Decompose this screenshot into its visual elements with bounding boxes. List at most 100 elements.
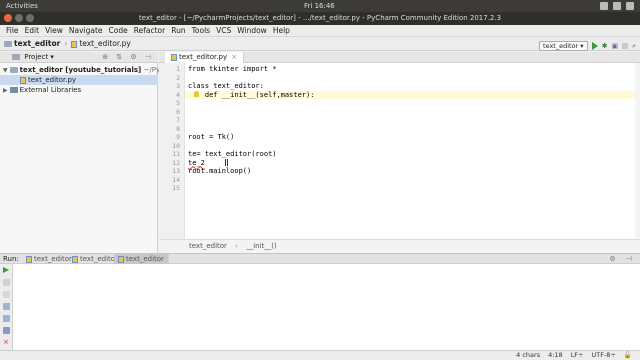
run-icon[interactable] — [591, 42, 598, 50]
menu-tools[interactable]: Tools — [189, 25, 213, 36]
python-file-icon — [118, 255, 124, 263]
editor-tab-bar: text_editor.py × — [159, 52, 640, 63]
breadcrumb-separator: › — [235, 242, 238, 250]
line-number: 8 — [176, 124, 180, 133]
network-icon[interactable] — [600, 2, 608, 10]
menu-code[interactable]: Code — [106, 25, 131, 36]
menu-vcs[interactable]: VCS — [213, 25, 234, 36]
code-line-12[interactable]: te_2 — [188, 159, 205, 168]
code-line-4[interactable]: def __init__(self,master): — [188, 91, 315, 100]
run-toolbar-vertical: × — [0, 264, 13, 350]
code-line-1[interactable]: from tkinter import * — [188, 65, 277, 74]
line-number: 11 — [172, 150, 180, 158]
menu-window[interactable]: Window — [234, 25, 270, 36]
python-file-icon — [71, 40, 78, 48]
code-line-13[interactable]: root.mainloop() — [188, 167, 251, 176]
menu-view[interactable]: View — [42, 25, 66, 36]
clock[interactable]: Fri 16:46 — [304, 0, 335, 12]
selection-count: 4 chars — [516, 351, 541, 359]
menu-navigate[interactable]: Navigate — [66, 25, 106, 36]
window-title-bar: text_editor - [~/PycharmProjects/text_ed… — [0, 12, 640, 25]
breadcrumb-file[interactable]: text_editor.py — [79, 37, 131, 51]
python-file-icon — [26, 255, 32, 263]
code-line-9[interactable]: root = Tk() — [188, 133, 234, 142]
line-number: 12 — [172, 158, 180, 167]
caret-position[interactable]: 4:18 — [548, 351, 563, 360]
folder-icon — [4, 41, 12, 47]
tree-item-file[interactable]: text_editor.py — [0, 75, 158, 85]
stop-icon[interactable] — [622, 43, 629, 49]
line-number: 14 — [172, 175, 180, 184]
python-file-icon — [72, 255, 78, 263]
tree-item-root[interactable]: ▼text_editor [youtube_tutorials] ~/Pycha… — [0, 65, 182, 75]
debug-icon[interactable]: ✱ — [602, 39, 608, 53]
print-icon[interactable] — [3, 327, 10, 334]
close-tab-icon[interactable]: × — [231, 53, 237, 61]
search-icon[interactable]: ⌕ — [632, 39, 636, 53]
line-number: 13 — [172, 167, 180, 175]
project-tree: ▼text_editor [youtube_tutorials] ~/Pycha… — [0, 63, 182, 253]
run-config-dropdown[interactable]: text_editor ▾ — [539, 41, 588, 51]
run-tab-3[interactable]: text_editor — [114, 254, 169, 264]
menu-file[interactable]: File — [3, 25, 22, 36]
scroll-to-end-icon[interactable] — [3, 315, 10, 322]
line-number: 10 — [172, 141, 180, 150]
tree-item-external-libraries[interactable]: ▶ External Libraries — [0, 85, 158, 95]
mouse-text-cursor — [225, 159, 228, 166]
power-icon[interactable] — [626, 2, 634, 10]
file-encoding[interactable]: UTF-8÷ — [592, 351, 616, 360]
run-tab-label: text_editor — [34, 255, 72, 263]
code-line-11[interactable]: te= text_editor(root) — [188, 150, 277, 159]
tree-root-label: text_editor [youtube_tutorials] — [19, 66, 142, 74]
breadcrumb-method[interactable]: __init__() — [246, 242, 277, 250]
soft-wrap-icon[interactable] — [3, 303, 10, 310]
run-tab-label: text_editor — [126, 255, 164, 263]
maximize-window-icon[interactable] — [26, 14, 34, 22]
tab-text-editor-py[interactable]: text_editor.py × — [165, 52, 244, 63]
volume-icon[interactable] — [613, 2, 621, 10]
run-console[interactable] — [13, 264, 640, 350]
close-icon[interactable]: × — [3, 339, 10, 346]
tab-label: text_editor.py — [179, 53, 228, 61]
breadcrumb-project[interactable]: text_editor — [14, 37, 60, 51]
lock-icon[interactable]: 🔓 — [624, 351, 632, 360]
line-number: 4 — [176, 90, 180, 99]
close-window-icon[interactable] — [4, 14, 12, 22]
line-separator[interactable]: LF÷ — [571, 351, 584, 360]
line-number: 9 — [176, 133, 180, 141]
pause-icon[interactable] — [3, 291, 10, 298]
menu-edit[interactable]: Edit — [22, 25, 43, 36]
code-editor[interactable]: from tkinter import * class text_editor:… — [185, 63, 640, 239]
window-controls — [4, 14, 34, 22]
line-number: 2 — [176, 73, 180, 82]
menu-bar: File Edit View Navigate Code Refactor Ru… — [0, 25, 640, 37]
window-title: text_editor - [~/PycharmProjects/text_ed… — [138, 14, 502, 22]
folder-icon — [9, 67, 18, 73]
project-tool-icons[interactable]: ⊕ ⇅ ⚙ ⊣ — [102, 52, 154, 63]
navigation-bar: text_editor › text_editor.py text_editor… — [0, 37, 640, 51]
menu-run[interactable]: Run — [168, 25, 188, 36]
error-stripe[interactable] — [635, 63, 640, 239]
menu-help[interactable]: Help — [270, 25, 293, 36]
run-panel-tool-icons[interactable]: ⚙ ⊣ — [609, 254, 636, 264]
coverage-icon[interactable]: ▣ — [611, 39, 618, 53]
breadcrumb: text_editor › text_editor.py — [4, 37, 131, 51]
project-view-selector[interactable]: Project — [24, 53, 48, 61]
system-tray[interactable] — [600, 0, 634, 10]
project-panel-header: Project ▾ ⊕ ⇅ ⚙ ⊣ — [0, 52, 158, 63]
code-line-3[interactable]: class text_editor: — [188, 82, 264, 91]
breadcrumb-class[interactable]: text_editor — [189, 242, 227, 250]
line-number: 3 — [176, 82, 180, 90]
run-toolbar: text_editor ▾ ✱ ▣ ⌕ — [539, 39, 636, 53]
line-number: 1 — [176, 65, 180, 73]
line-number: 5 — [176, 99, 180, 107]
minimize-window-icon[interactable] — [15, 14, 23, 22]
activities-button[interactable]: Activities — [6, 0, 38, 12]
rerun-icon[interactable] — [3, 267, 9, 273]
status-bar: 4 chars 4:18 LF÷ UTF-8÷ 🔓 — [0, 350, 640, 360]
menu-refactor[interactable]: Refactor — [131, 25, 168, 36]
python-file-icon — [171, 53, 177, 61]
stop-icon[interactable] — [3, 279, 10, 286]
expand-right-icon[interactable]: ▶ — [3, 86, 8, 96]
line-number: 6 — [176, 107, 180, 116]
